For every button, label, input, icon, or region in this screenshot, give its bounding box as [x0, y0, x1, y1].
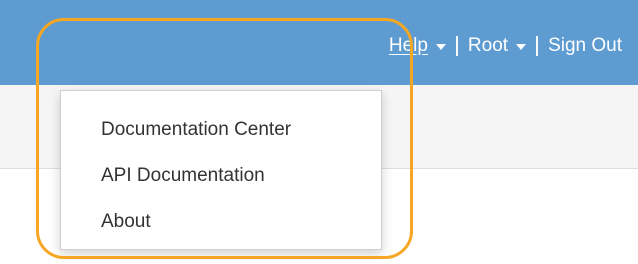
nav-separator [536, 36, 539, 56]
sign-out-label: Sign Out [548, 35, 622, 56]
nav-separator [455, 36, 458, 56]
top-navigation-bar: Help Root Sign Out [0, 0, 638, 85]
sign-out-link[interactable]: Sign Out [548, 33, 622, 59]
root-link-label: Root [467, 35, 509, 56]
help-dropdown-menu: Documentation Center API Documentation A… [60, 90, 382, 250]
root-menu-toggle[interactable]: Root [467, 33, 527, 59]
caret-down-icon [516, 44, 527, 50]
help-link-label: Help [388, 35, 428, 56]
menu-item-about[interactable]: About [61, 199, 381, 245]
menu-item-documentation-center[interactable]: Documentation Center [61, 107, 381, 153]
caret-down-icon [435, 44, 446, 50]
menu-item-api-documentation[interactable]: API Documentation [61, 153, 381, 199]
top-nav-links: Help Root Sign Out [389, 33, 622, 59]
help-menu-toggle[interactable]: Help [389, 33, 446, 59]
